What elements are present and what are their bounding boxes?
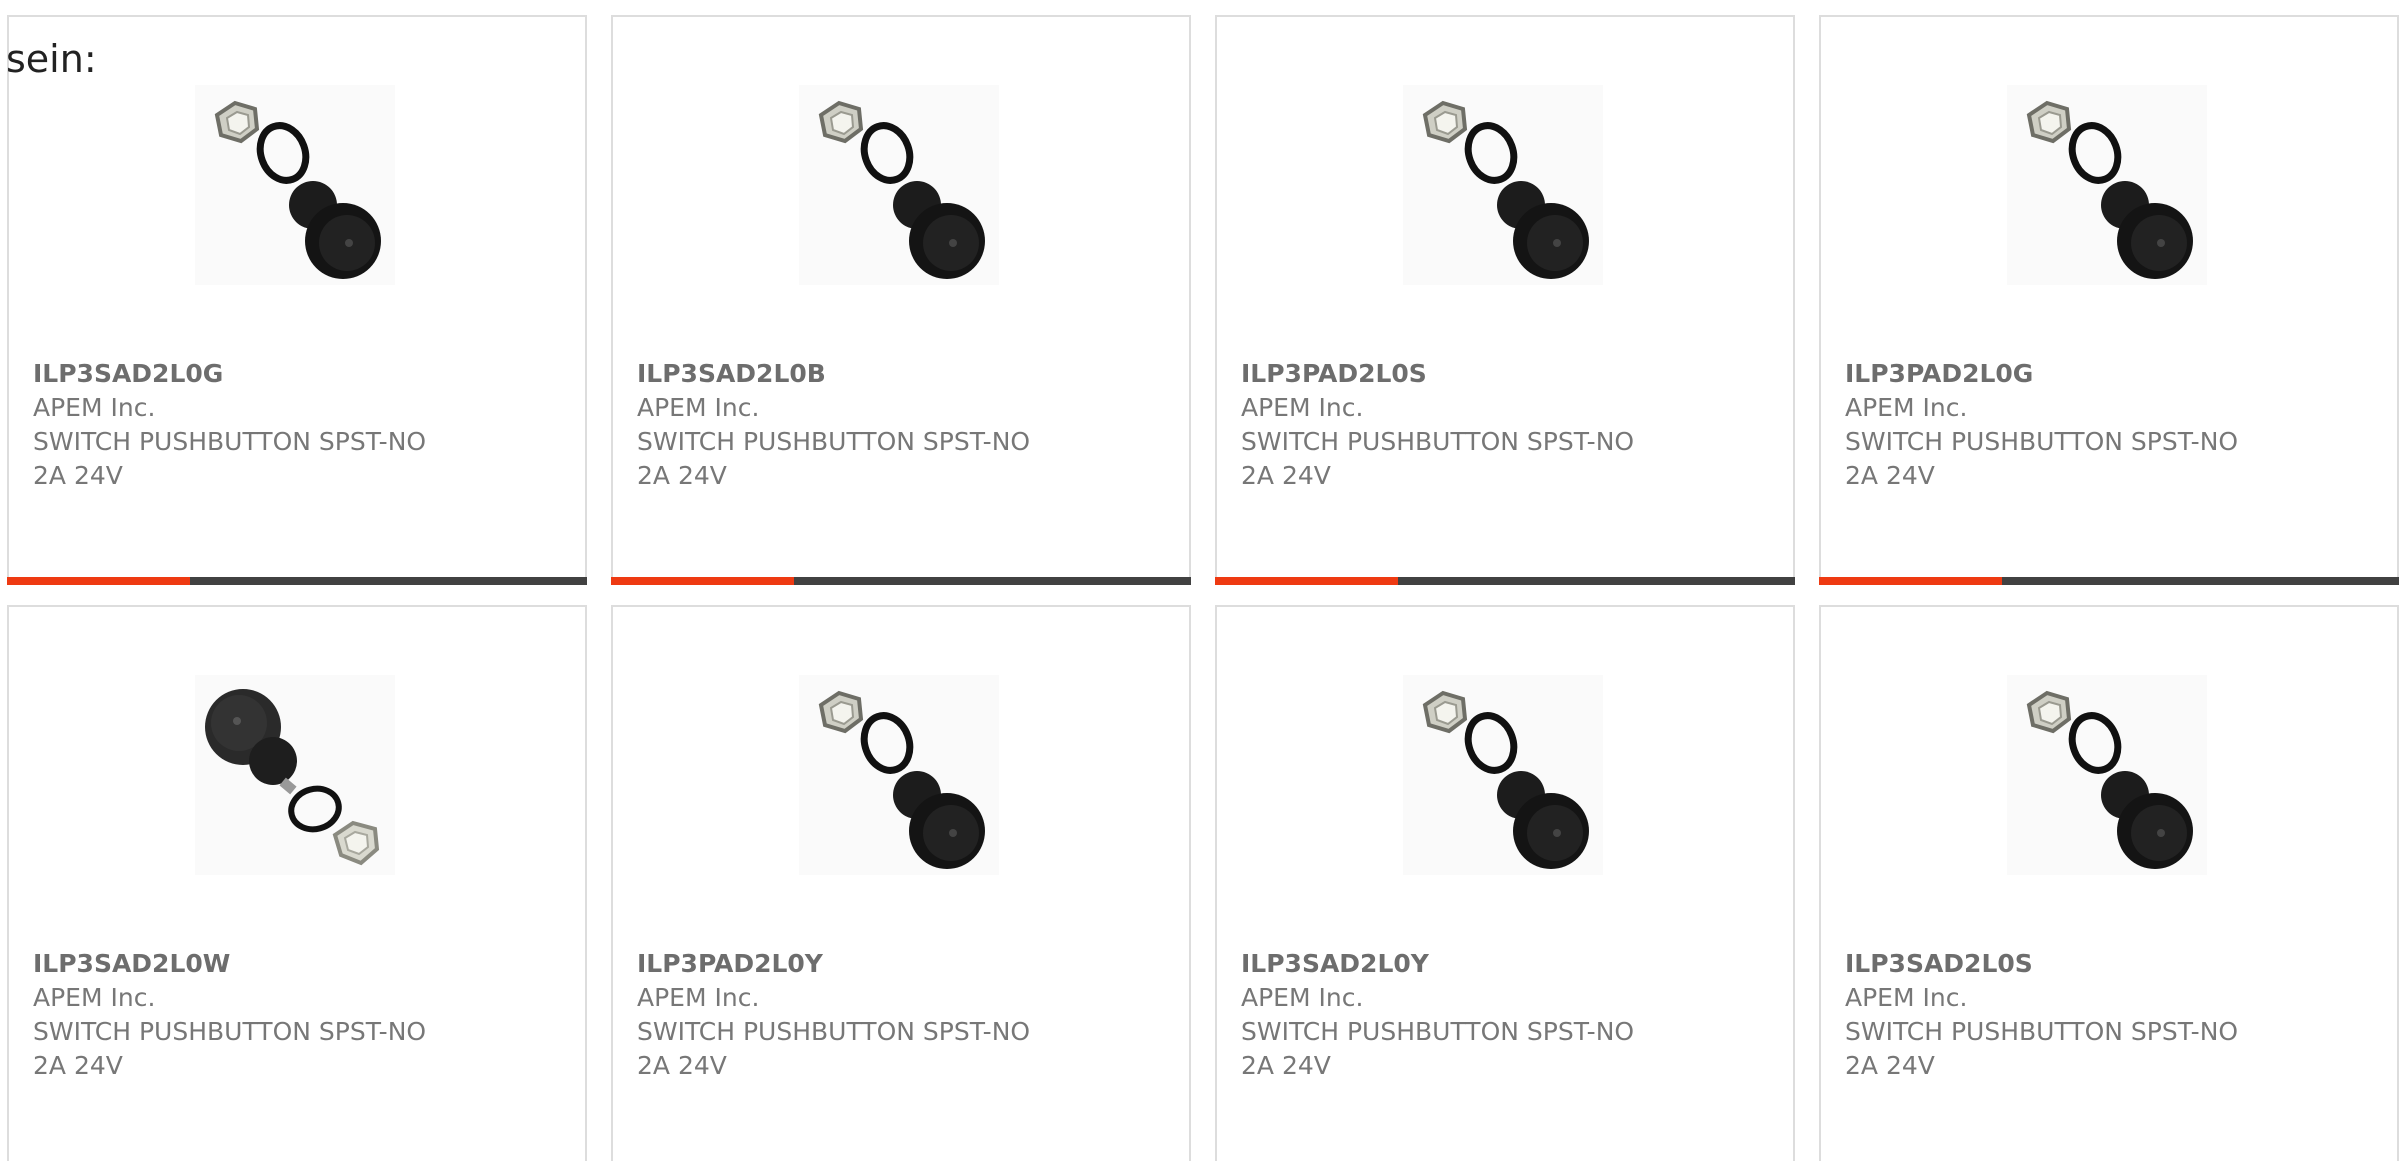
pushbutton-switch-icon <box>799 85 999 285</box>
product-card[interactable]: ILP3SAD2L0W APEM Inc. SWITCH PUSHBUTTON … <box>7 605 587 1161</box>
card-footer-accent <box>1819 577 2002 585</box>
product-info: ILP3SAD2L0S APEM Inc. SWITCH PUSHBUTTON … <box>1845 947 2377 1083</box>
description-line-2: 2A 24V <box>33 1051 123 1080</box>
card-footer-bar <box>611 577 1191 585</box>
description-line-2: 2A 24V <box>1845 1051 1935 1080</box>
pushbutton-switch-icon <box>2007 675 2207 875</box>
product-card[interactable]: ILP3SAD2L0B APEM Inc. SWITCH PUSHBUTTON … <box>611 15 1191 585</box>
part-number[interactable]: ILP3SAD2L0S <box>1845 947 2377 981</box>
manufacturer: APEM Inc. <box>33 393 156 422</box>
manufacturer: APEM Inc. <box>637 393 760 422</box>
description-line-2: 2A 24V <box>1241 1051 1331 1080</box>
description-line-1: SWITCH PUSHBUTTON SPST-NO <box>637 1017 1031 1046</box>
part-number[interactable]: ILP3PAD2L0Y <box>637 947 1169 981</box>
manufacturer: APEM Inc. <box>1241 393 1364 422</box>
description-line-1: SWITCH PUSHBUTTON SPST-NO <box>1241 427 1635 456</box>
product-card[interactable]: ILP3PAD2L0S APEM Inc. SWITCH PUSHBUTTON … <box>1215 15 1795 585</box>
pushbutton-switch-icon <box>195 85 395 285</box>
description-line-2: 2A 24V <box>33 461 123 490</box>
manufacturer: APEM Inc. <box>1845 983 1968 1012</box>
intro-text: sein: <box>6 37 97 81</box>
card-footer-bar <box>1819 577 2399 585</box>
part-number[interactable]: ILP3SAD2L0W <box>33 947 565 981</box>
product-card[interactable]: ILP3SAD2L0Y APEM Inc. SWITCH PUSHBUTTON … <box>1215 605 1795 1161</box>
part-number[interactable]: ILP3PAD2L0G <box>1845 357 2377 391</box>
manufacturer: APEM Inc. <box>1845 393 1968 422</box>
pushbutton-switch-icon <box>1403 85 1603 285</box>
product-card[interactable]: ILP3PAD2L0G APEM Inc. SWITCH PUSHBUTTON … <box>1819 15 2399 585</box>
pushbutton-switch-icon <box>799 675 999 875</box>
product-info: ILP3PAD2L0G APEM Inc. SWITCH PUSHBUTTON … <box>1845 357 2377 493</box>
product-info: ILP3SAD2L0B APEM Inc. SWITCH PUSHBUTTON … <box>637 357 1169 493</box>
description-line-1: SWITCH PUSHBUTTON SPST-NO <box>1845 427 2239 456</box>
description-line-1: SWITCH PUSHBUTTON SPST-NO <box>1845 1017 2239 1046</box>
pushbutton-switch-icon <box>1403 675 1603 875</box>
manufacturer: APEM Inc. <box>637 983 760 1012</box>
product-info: ILP3PAD2L0Y APEM Inc. SWITCH PUSHBUTTON … <box>637 947 1169 1083</box>
card-footer-accent <box>611 577 794 585</box>
part-number[interactable]: ILP3SAD2L0B <box>637 357 1169 391</box>
description-line-2: 2A 24V <box>1241 461 1331 490</box>
product-info: ILP3SAD2L0W APEM Inc. SWITCH PUSHBUTTON … <box>33 947 565 1083</box>
card-footer-accent <box>1215 577 1398 585</box>
product-card[interactable]: ILP3SAD2L0G APEM Inc. SWITCH PUSHBUTTON … <box>7 15 587 585</box>
product-info: ILP3PAD2L0S APEM Inc. SWITCH PUSHBUTTON … <box>1241 357 1773 493</box>
card-footer-bar <box>7 577 587 585</box>
description-line-2: 2A 24V <box>1845 461 1935 490</box>
description-line-1: SWITCH PUSHBUTTON SPST-NO <box>1241 1017 1635 1046</box>
part-number[interactable]: ILP3PAD2L0S <box>1241 357 1773 391</box>
product-grid: ILP3SAD2L0G APEM Inc. SWITCH PUSHBUTTON … <box>0 0 2400 1161</box>
manufacturer: APEM Inc. <box>1241 983 1364 1012</box>
pushbutton-switch-reversed-icon <box>195 675 395 875</box>
part-number[interactable]: ILP3SAD2L0G <box>33 357 565 391</box>
part-number[interactable]: ILP3SAD2L0Y <box>1241 947 1773 981</box>
product-info: ILP3SAD2L0G APEM Inc. SWITCH PUSHBUTTON … <box>33 357 565 493</box>
description-line-2: 2A 24V <box>637 1051 727 1080</box>
manufacturer: APEM Inc. <box>33 983 156 1012</box>
description-line-1: SWITCH PUSHBUTTON SPST-NO <box>33 427 427 456</box>
product-results-page: sein: ILP3SAD2L0G APEM Inc. SWITCH PUSHB… <box>0 0 2400 1161</box>
product-card[interactable]: ILP3SAD2L0S APEM Inc. SWITCH PUSHBUTTON … <box>1819 605 2399 1161</box>
pushbutton-switch-icon <box>2007 85 2207 285</box>
description-line-1: SWITCH PUSHBUTTON SPST-NO <box>637 427 1031 456</box>
card-footer-accent <box>7 577 190 585</box>
description-line-1: SWITCH PUSHBUTTON SPST-NO <box>33 1017 427 1046</box>
product-info: ILP3SAD2L0Y APEM Inc. SWITCH PUSHBUTTON … <box>1241 947 1773 1083</box>
description-line-2: 2A 24V <box>637 461 727 490</box>
product-card[interactable]: ILP3PAD2L0Y APEM Inc. SWITCH PUSHBUTTON … <box>611 605 1191 1161</box>
card-footer-bar <box>1215 577 1795 585</box>
